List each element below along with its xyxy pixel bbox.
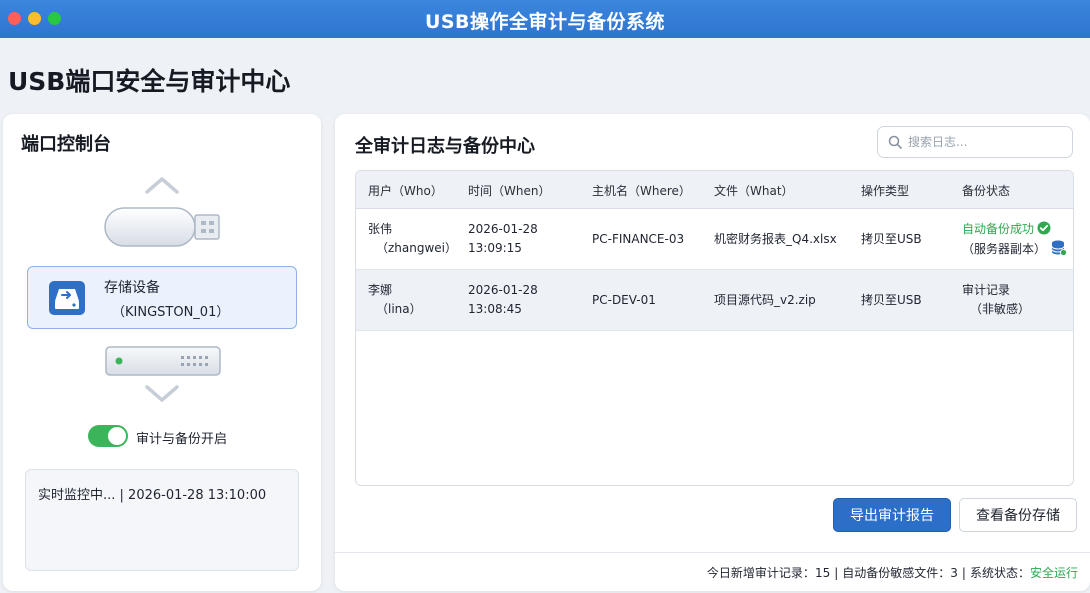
cell-time: 2026-01-28 13:08:45 <box>468 281 538 319</box>
table-row[interactable]: 李娜 （lina） 2026-01-28 13:08:45 PC-DEV-01 … <box>356 270 1073 331</box>
realtime-monitor-box: 实时监控中... | 2026-01-28 13:10:00 <box>25 469 299 571</box>
log-time: 13:09:15 <box>468 241 522 255</box>
port-console-panel: 端口控制台 存储设备 （KINGSTON_01） 审计与备份开启 实时监控中..… <box>3 114 321 591</box>
daily-stats-bar: 今日新增审计记录：15 | 自动备份敏感文件：3 | 系统状态：安全运行 <box>706 566 1078 580</box>
system-status-value: 安全运行 <box>1029 566 1078 580</box>
auto-backup-count: 3 <box>950 566 958 580</box>
cell-backup-status: 自动备份成功 （服务器副本） <box>962 220 1068 259</box>
backup-status-text: 审计记录 <box>962 283 1011 297</box>
cell-operation: 拷贝至USB <box>861 232 922 246</box>
new-records-label: 今日新增审计记录： <box>706 566 815 580</box>
cell-file: 项目源代码_v2.zip <box>714 293 816 307</box>
user-name: 李娜 <box>368 283 393 297</box>
chevron-up-icon <box>145 177 179 194</box>
system-status-label: 系统状态： <box>969 566 1030 580</box>
page-title: USB端口安全与审计中心 <box>8 67 291 96</box>
audit-log-table: 用户（Who） 时间（When） 主机名（Where） 文件（What） 操作类… <box>355 170 1074 486</box>
column-header-file[interactable]: 文件（What） <box>714 182 794 199</box>
device-id: （KINGSTON_01） <box>112 305 230 320</box>
storage-device-card[interactable]: 存储设备 （KINGSTON_01） <box>27 266 297 329</box>
cell-host: PC-FINANCE-03 <box>592 232 685 246</box>
column-header-time[interactable]: 时间（When） <box>468 182 550 199</box>
log-date: 2026-01-28 <box>468 283 538 297</box>
search-icon <box>888 135 902 149</box>
audit-log-heading: 全审计日志与备份中心 <box>355 136 535 157</box>
log-search-box[interactable] <box>877 126 1073 158</box>
cell-user: 张伟 （zhangwei） <box>368 220 457 258</box>
table-row[interactable]: 张伟 （zhangwei） 2026-01-28 13:09:15 PC-FIN… <box>356 209 1073 270</box>
export-audit-report-button[interactable]: 导出审计报告 <box>833 498 951 532</box>
divider <box>335 552 1090 553</box>
audit-log-panel: 全审计日志与备份中心 用户（Who） 时间（When） 主机名（Where） 文… <box>335 114 1090 591</box>
audit-backup-toggle[interactable] <box>88 425 128 447</box>
user-name: 张伟 <box>368 222 393 236</box>
column-header-operation[interactable]: 操作类型 <box>861 182 909 199</box>
cell-backup-status: 审计记录 （非敏感） <box>962 281 1030 319</box>
cell-file: 机密财务报表_Q4.xlsx <box>714 232 837 246</box>
storage-device-icon <box>49 281 85 315</box>
view-backup-storage-button[interactable]: 查看备份存储 <box>959 498 1077 532</box>
column-header-host[interactable]: 主机名（Where） <box>592 182 691 199</box>
backup-status-detail: （非敏感） <box>970 302 1031 316</box>
database-icon <box>1051 240 1068 256</box>
log-time: 13:08:45 <box>468 302 522 316</box>
column-header-user[interactable]: 用户（Who） <box>368 182 443 199</box>
usb-drive-icon <box>104 207 220 247</box>
log-date: 2026-01-28 <box>468 222 538 236</box>
cell-time: 2026-01-28 13:09:15 <box>468 220 538 258</box>
auto-backup-label: 自动备份敏感文件： <box>842 566 951 580</box>
cell-operation: 拷贝至USB <box>861 293 922 307</box>
check-circle-icon <box>1037 221 1051 235</box>
port-console-heading: 端口控制台 <box>21 134 111 155</box>
window-title: USB操作全审计与备份系统 <box>424 11 666 33</box>
user-id: （zhangwei） <box>376 241 458 255</box>
cell-user: 李娜 （lina） <box>368 281 422 319</box>
monitor-status-text: 实时监控中... | 2026-01-28 13:10:00 <box>38 488 267 503</box>
cell-host: PC-DEV-01 <box>592 293 656 307</box>
device-name: 存储设备 <box>104 280 160 296</box>
user-id: （lina） <box>376 302 422 316</box>
backup-status-text: 自动备份成功 <box>962 222 1035 236</box>
toggle-knob <box>108 427 126 445</box>
backup-status-detail: （服务器副本） <box>962 242 1047 256</box>
column-header-backup-status[interactable]: 备份状态 <box>962 182 1010 199</box>
title-bar: USB操作全审计与备份系统 <box>0 0 1090 38</box>
usb-port-icon <box>105 346 221 376</box>
table-header: 用户（Who） 时间（When） 主机名（Where） 文件（What） 操作类… <box>356 171 1073 209</box>
audit-backup-toggle-label: 审计与备份开启 <box>136 432 228 447</box>
log-search-input[interactable] <box>908 131 1064 153</box>
chevron-down-icon <box>145 385 179 402</box>
new-records-count: 15 <box>814 566 831 580</box>
